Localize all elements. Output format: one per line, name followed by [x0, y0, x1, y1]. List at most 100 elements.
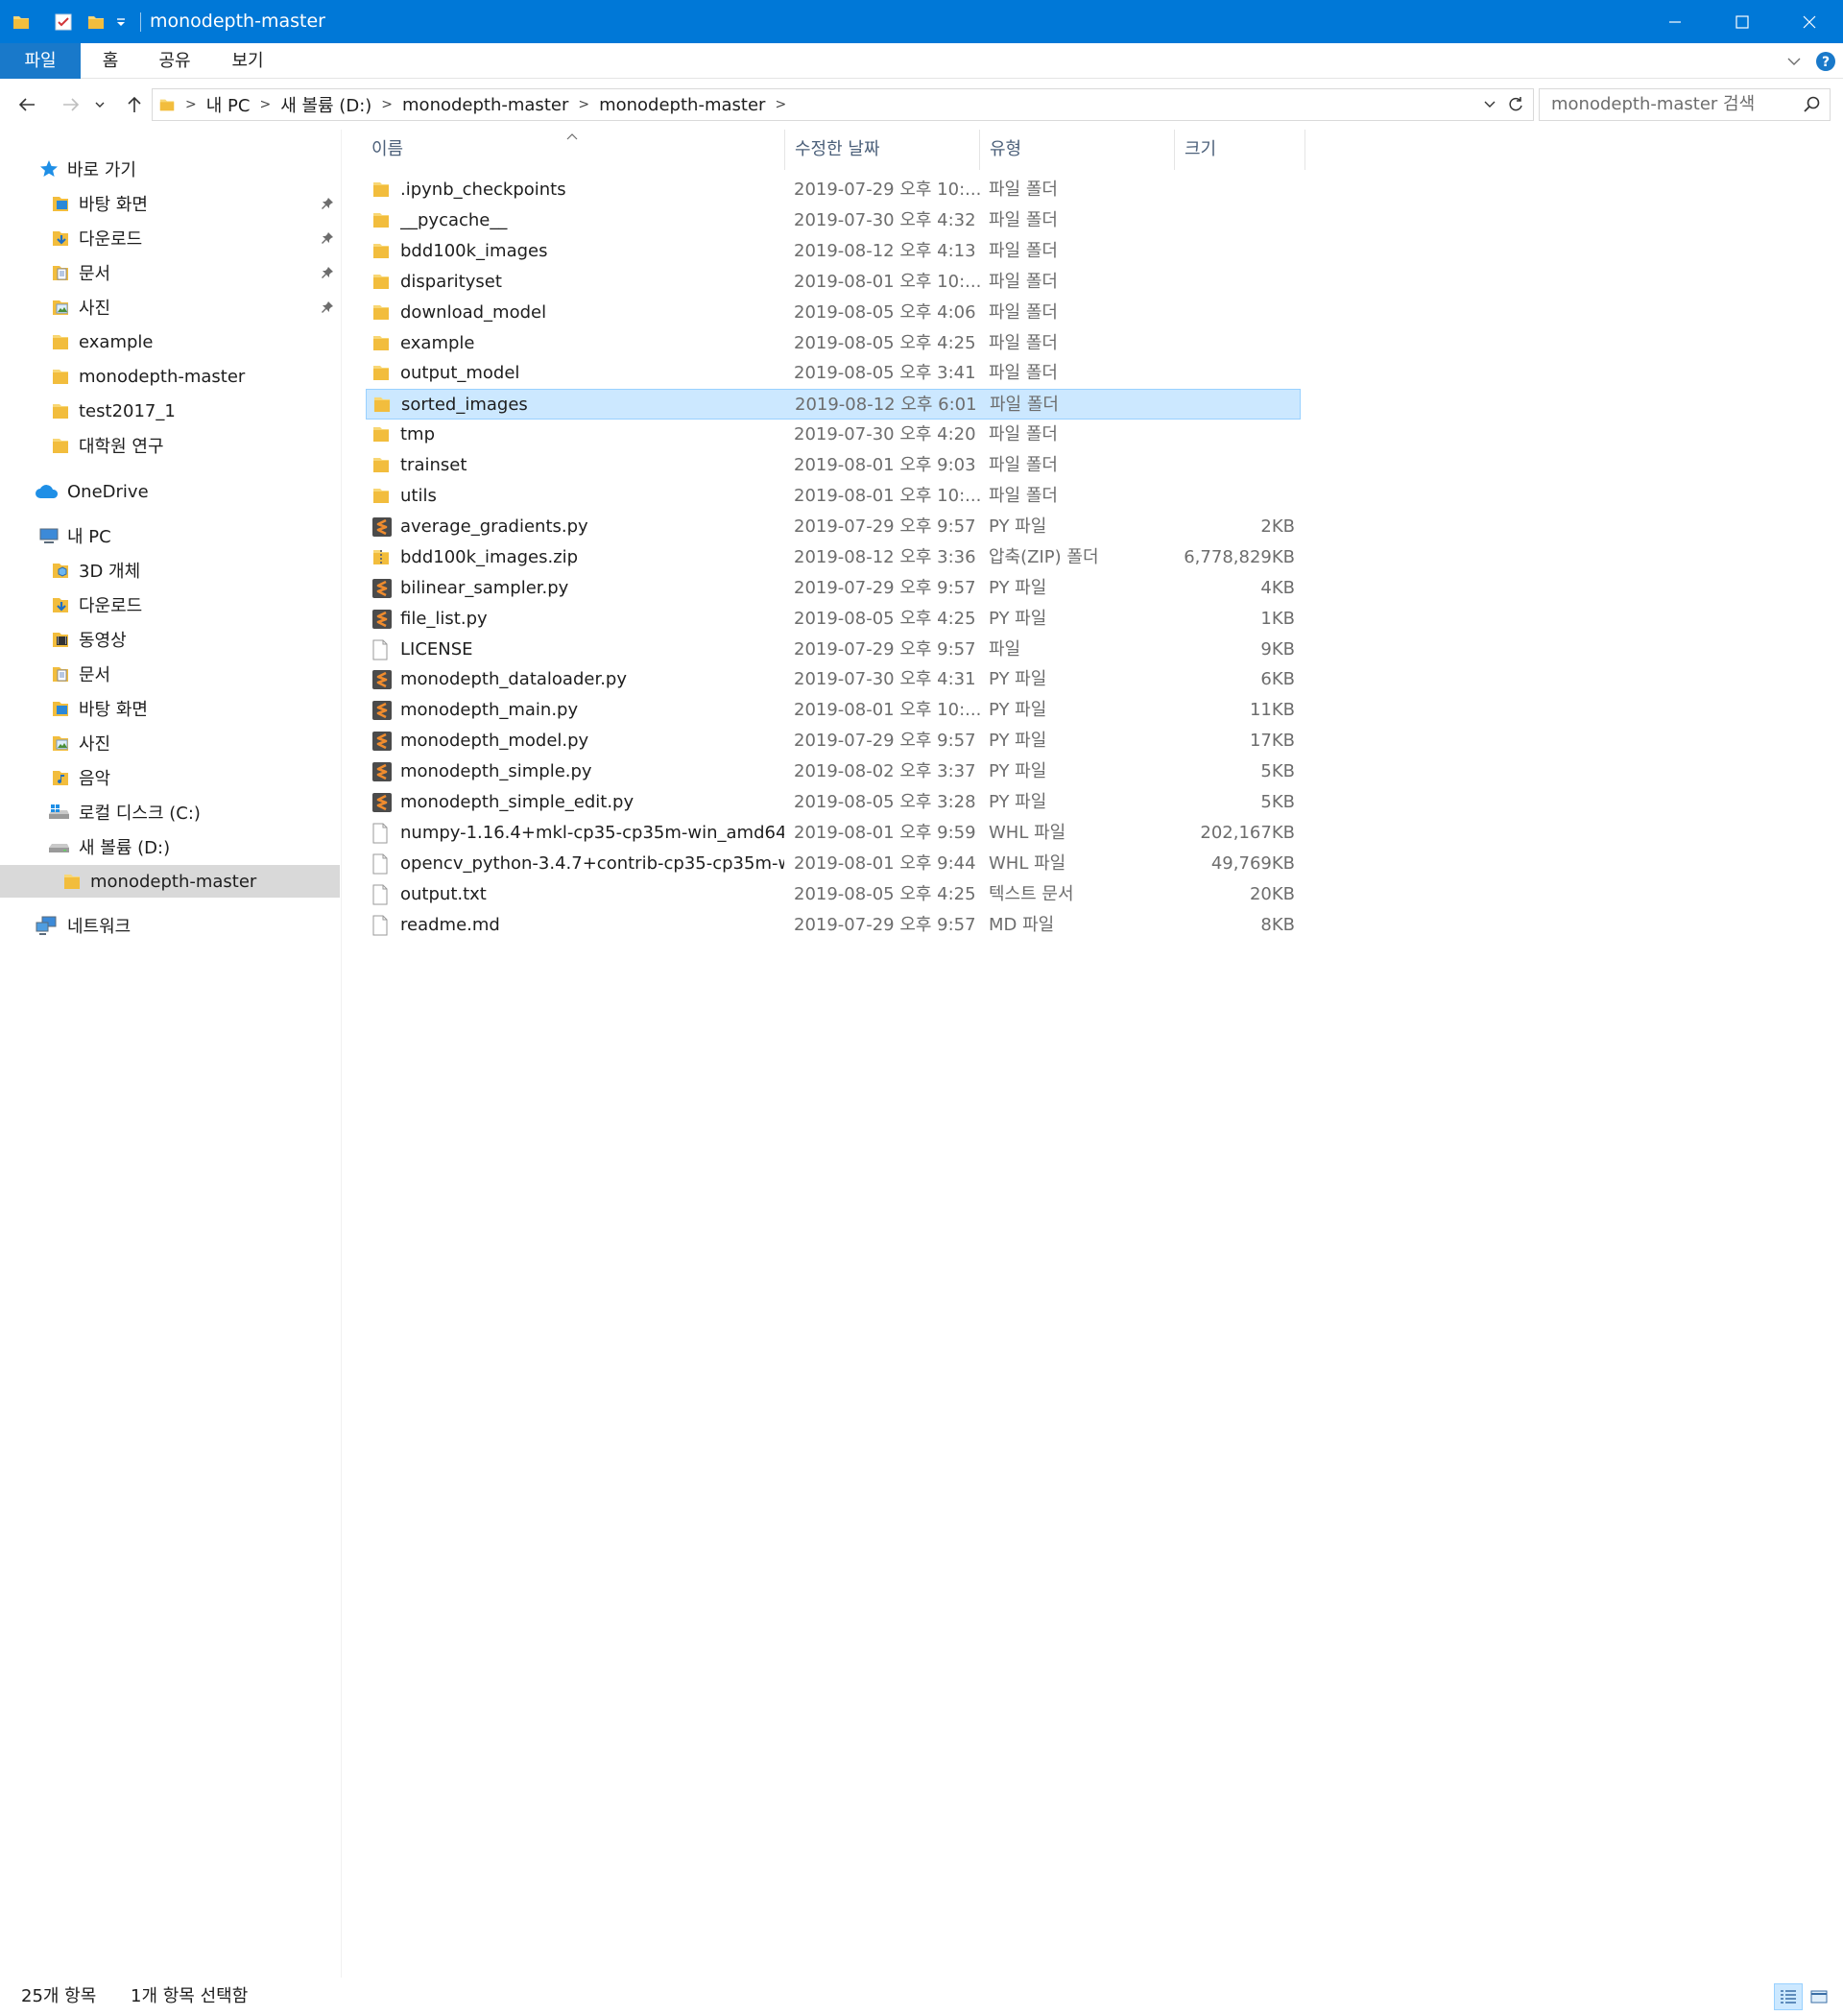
file-row[interactable]: output_model 2019-08-05 오후 3:41 파일 폴더 — [366, 358, 1301, 389]
file-name: numpy-1.16.4+mkl-cp35-cp35m-win_amd64.w.… — [400, 822, 784, 843]
address-bar[interactable]: > 내 PC > 새 볼륨 (D:) > monodepth-master > … — [152, 88, 1534, 121]
details-view-button[interactable] — [1774, 1983, 1803, 2010]
pin-icon[interactable] — [321, 195, 334, 215]
nav-documents[interactable]: 문서 — [0, 256, 340, 289]
file-row[interactable]: bdd100k_images 2019-08-12 오후 4:13 파일 폴더 — [366, 236, 1301, 267]
maximize-button[interactable] — [1709, 0, 1776, 43]
search-input[interactable]: monodepth-master 검색 — [1551, 89, 1755, 120]
minimize-button[interactable] — [1641, 0, 1709, 43]
nav-label: 사진 — [79, 734, 111, 755]
nav-pictures[interactable]: 사진 — [0, 291, 340, 324]
properties-icon[interactable] — [54, 0, 73, 43]
help-icon[interactable]: ? — [1815, 51, 1836, 77]
file-row[interactable]: monodepth_simple.py 2019-08-02 오후 3:37 PY … — [366, 756, 1301, 787]
file-row[interactable]: monodepth_model.py 2019-07-29 오후 9:57 PY 파… — [366, 726, 1301, 756]
up-button[interactable] — [121, 91, 148, 118]
nav-videos[interactable]: 동영상 — [0, 623, 340, 656]
tab-share[interactable]: 공유 — [146, 43, 203, 79]
file-row[interactable]: disparityset 2019-08-01 오후 10:... 파일 폴더 — [366, 267, 1301, 298]
file-row[interactable]: trainset 2019-08-01 오후 9:03 파일 폴더 — [366, 450, 1301, 481]
file-row[interactable]: monodepth_dataloader.py 2019-07-30 오후 4:3… — [366, 664, 1301, 695]
column-header-date[interactable]: 수정한 날짜 — [795, 130, 880, 170]
file-row[interactable]: sorted_images 2019-08-12 오후 6:01 파일 폴더 — [366, 389, 1301, 420]
file-row[interactable]: utils 2019-08-01 오후 10:... 파일 폴더 — [366, 481, 1301, 512]
nav-volume-d-monodepth-master[interactable]: monodepth-master — [0, 865, 340, 898]
breadcrumb-chevron[interactable]: > — [377, 97, 396, 112]
address-dropdown-icon[interactable] — [1482, 96, 1497, 116]
file-row[interactable]: opencv_python-3.4.7+contrib-cp35-cp35m-w… — [366, 849, 1301, 879]
file-row[interactable]: example 2019-08-05 오후 4:25 파일 폴더 — [366, 328, 1301, 359]
file-row[interactable]: file_list.py 2019-08-05 오후 4:25 PY 파일 1KB — [366, 604, 1301, 635]
breadcrumb-chevron[interactable]: > — [574, 97, 593, 112]
nav-music[interactable]: 음악 — [0, 761, 340, 794]
column-header-name[interactable]: 이름 — [371, 130, 403, 170]
file-row[interactable]: monodepth_simple_edit.py 2019-08-05 오후 3:… — [366, 787, 1301, 818]
search-box[interactable]: monodepth-master 검색 — [1539, 88, 1831, 121]
large-icons-view-button[interactable] — [1805, 1983, 1833, 2010]
breadcrumb-chevron[interactable]: > — [181, 97, 201, 112]
file-size: 49,769KB — [1210, 852, 1295, 874]
nav-onedrive[interactable]: OneDrive — [0, 475, 340, 508]
file-date: 2019-07-29 오후 9:57 — [794, 914, 976, 935]
file-size: 11KB — [1249, 700, 1295, 721]
nav-local-disk-c[interactable]: 로컬 디스크 (C:) — [0, 796, 340, 828]
file-name: opencv_python-3.4.7+contrib-cp35-cp35m-w… — [400, 852, 784, 874]
file-row[interactable]: bilinear_sampler.py 2019-07-29 오후 9:57 PY … — [366, 573, 1301, 604]
breadcrumb-chevron[interactable]: > — [771, 97, 790, 112]
nav-desktop[interactable]: 바탕 화면 — [0, 187, 340, 220]
recent-locations-button[interactable] — [90, 91, 109, 118]
file-row[interactable]: average_gradients.py 2019-07-29 오후 9:57 PY… — [366, 512, 1301, 542]
tab-file[interactable]: 파일 — [0, 43, 81, 79]
nav-this-pc[interactable]: 내 PC — [0, 519, 340, 552]
expand-ribbon-icon[interactable] — [1785, 53, 1803, 75]
file-row[interactable]: readme.md 2019-07-29 오후 9:57 MD 파일 8KB — [366, 910, 1301, 941]
file-row[interactable]: bdd100k_images.zip 2019-08-12 오후 3:36 압축(Z… — [366, 542, 1301, 573]
column-divider[interactable] — [1304, 130, 1305, 170]
nav-pc-documents[interactable]: 문서 — [0, 658, 340, 690]
customize-quick-access-icon[interactable] — [115, 0, 127, 43]
breadcrumb-this-pc[interactable]: 내 PC — [201, 92, 256, 117]
column-header-type[interactable]: 유형 — [990, 130, 1021, 170]
breadcrumb-monodepth-master[interactable]: monodepth-master — [396, 95, 574, 115]
nav-network[interactable]: 네트워크 — [0, 909, 340, 942]
new-folder-icon[interactable] — [86, 0, 106, 43]
tab-home[interactable]: 홈 — [86, 43, 134, 79]
pin-icon[interactable] — [321, 299, 334, 319]
column-header-size[interactable]: 크기 — [1185, 130, 1216, 170]
pin-icon[interactable] — [321, 229, 334, 250]
nav-test2017-1[interactable]: test2017_1 — [0, 395, 340, 427]
nav-monodepth-master[interactable]: monodepth-master — [0, 360, 340, 393]
nav-downloads[interactable]: 다운로드 — [0, 222, 340, 254]
file-row[interactable]: monodepth_main.py 2019-08-01 오후 10:... PY … — [366, 695, 1301, 726]
tab-view[interactable]: 보기 — [219, 43, 276, 79]
close-button[interactable] — [1776, 0, 1843, 43]
pin-icon[interactable] — [321, 264, 334, 284]
file-type: 파일 폴더 — [989, 332, 1058, 353]
column-divider[interactable] — [1174, 130, 1175, 170]
breadcrumb-chevron[interactable]: > — [255, 97, 275, 112]
file-row[interactable]: .ipynb_checkpoints 2019-07-29 오후 10:... 파일… — [366, 175, 1301, 205]
file-row[interactable]: tmp 2019-07-30 오후 4:20 파일 폴더 — [366, 420, 1301, 450]
file-row[interactable]: download_model 2019-08-05 오후 4:06 파일 폴더 — [366, 298, 1301, 328]
folder-icon — [50, 366, 71, 387]
column-divider[interactable] — [784, 130, 785, 170]
refresh-icon[interactable] — [1506, 95, 1525, 119]
nav-example[interactable]: example — [0, 325, 340, 358]
breadcrumb-volume-d[interactable]: 새 볼륨 (D:) — [275, 92, 377, 117]
file-row[interactable]: output.txt 2019-08-05 오후 4:25 텍스트 문서 20KB — [366, 879, 1301, 910]
search-icon[interactable] — [1803, 95, 1822, 119]
nav-pc-desktop[interactable]: 바탕 화면 — [0, 692, 340, 725]
nav-pc-downloads[interactable]: 다운로드 — [0, 588, 340, 621]
forward-button[interactable] — [58, 91, 84, 118]
file-row[interactable]: numpy-1.16.4+mkl-cp35-cp35m-win_amd64.w.… — [366, 818, 1301, 849]
file-row[interactable]: __pycache__ 2019-07-30 오후 4:32 파일 폴더 — [366, 205, 1301, 236]
file-row[interactable]: LICENSE 2019-07-29 오후 9:57 파일 9KB — [366, 635, 1301, 665]
nav-graduate-research[interactable]: 대학원 연구 — [0, 429, 340, 462]
breadcrumb-monodepth-master-current[interactable]: monodepth-master — [593, 95, 771, 115]
nav-volume-d[interactable]: 새 볼륨 (D:) — [0, 830, 340, 863]
column-divider[interactable] — [979, 130, 980, 170]
nav-quick-access[interactable]: 바로 가기 — [0, 153, 340, 185]
nav-pc-pictures[interactable]: 사진 — [0, 727, 340, 759]
nav-3d-objects[interactable]: 3D 개체 — [0, 554, 340, 587]
back-button[interactable] — [13, 91, 40, 118]
